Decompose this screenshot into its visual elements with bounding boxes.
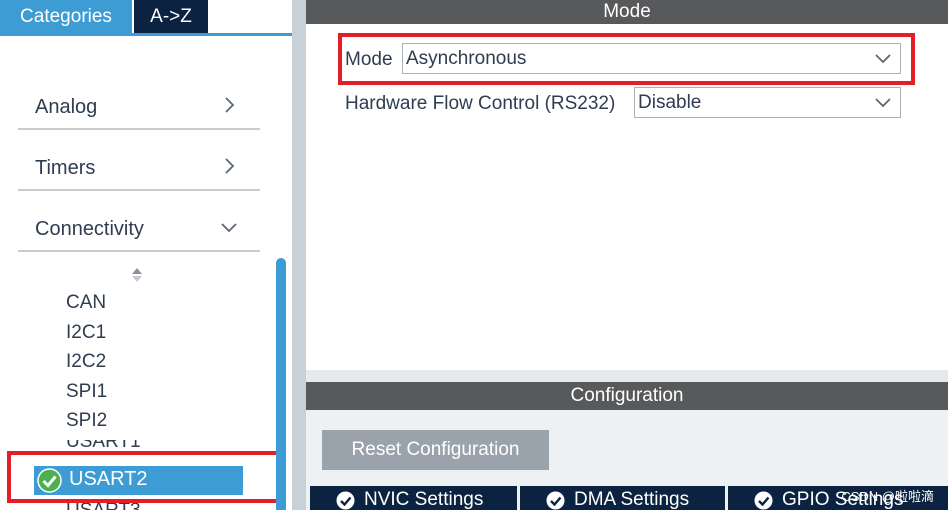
peripheral-can[interactable]: CAN bbox=[66, 292, 106, 314]
category-label: Timers bbox=[35, 157, 96, 179]
chevron-down-icon bbox=[221, 223, 237, 233]
flow-control-label: Hardware Flow Control (RS232) bbox=[345, 93, 616, 114]
tab-underline bbox=[0, 33, 292, 36]
tab-label: NVIC Settings bbox=[364, 489, 484, 510]
chevron-right-icon bbox=[225, 97, 235, 113]
category-tabs: Categories A->Z bbox=[0, 0, 292, 36]
peripheral-i2c2[interactable]: I2C2 bbox=[66, 351, 106, 373]
mode-header: Mode bbox=[306, 0, 948, 24]
selection-highlight-box bbox=[7, 451, 281, 503]
category-label: Analog bbox=[35, 96, 98, 118]
watermark-text: CSDN @啦啦滴 bbox=[841, 489, 934, 504]
scroll-arrows-icon[interactable] bbox=[128, 266, 146, 284]
tab-categories[interactable]: Categories bbox=[0, 0, 132, 33]
category-label: Connectivity bbox=[35, 218, 144, 240]
mode-highlight-box bbox=[338, 33, 915, 85]
flow-control-value: Disable bbox=[638, 92, 702, 113]
tab-a-to-z[interactable]: A->Z bbox=[134, 0, 208, 33]
configuration-header: Configuration bbox=[306, 382, 948, 410]
category-connectivity[interactable]: Connectivity bbox=[18, 210, 260, 252]
peripheral-spi1[interactable]: SPI1 bbox=[66, 381, 107, 403]
tab-label: DMA Settings bbox=[574, 489, 690, 510]
check-circle-icon bbox=[546, 491, 565, 510]
tab-dma-settings[interactable]: DMA Settings bbox=[520, 486, 725, 510]
panel-divider bbox=[306, 370, 948, 382]
pane-splitter[interactable] bbox=[292, 0, 306, 510]
peripheral-spi2[interactable]: SPI2 bbox=[66, 410, 107, 432]
chevron-down-icon bbox=[875, 98, 891, 108]
reset-configuration-button[interactable]: Reset Configuration bbox=[322, 430, 549, 470]
tab-nvic-settings[interactable]: NVIC Settings bbox=[310, 486, 517, 510]
peripheral-i2c1[interactable]: I2C1 bbox=[66, 322, 106, 344]
flow-control-select[interactable]: Disable bbox=[634, 87, 901, 118]
category-timers[interactable]: Timers bbox=[18, 149, 260, 191]
vertical-scrollbar[interactable] bbox=[276, 258, 286, 510]
check-circle-icon bbox=[336, 491, 355, 510]
check-circle-icon bbox=[754, 491, 773, 510]
category-analog[interactable]: Analog bbox=[18, 88, 260, 130]
chevron-right-icon bbox=[225, 158, 235, 174]
categories-panel: Categories A->Z Analog Timers Connectivi… bbox=[0, 0, 292, 510]
